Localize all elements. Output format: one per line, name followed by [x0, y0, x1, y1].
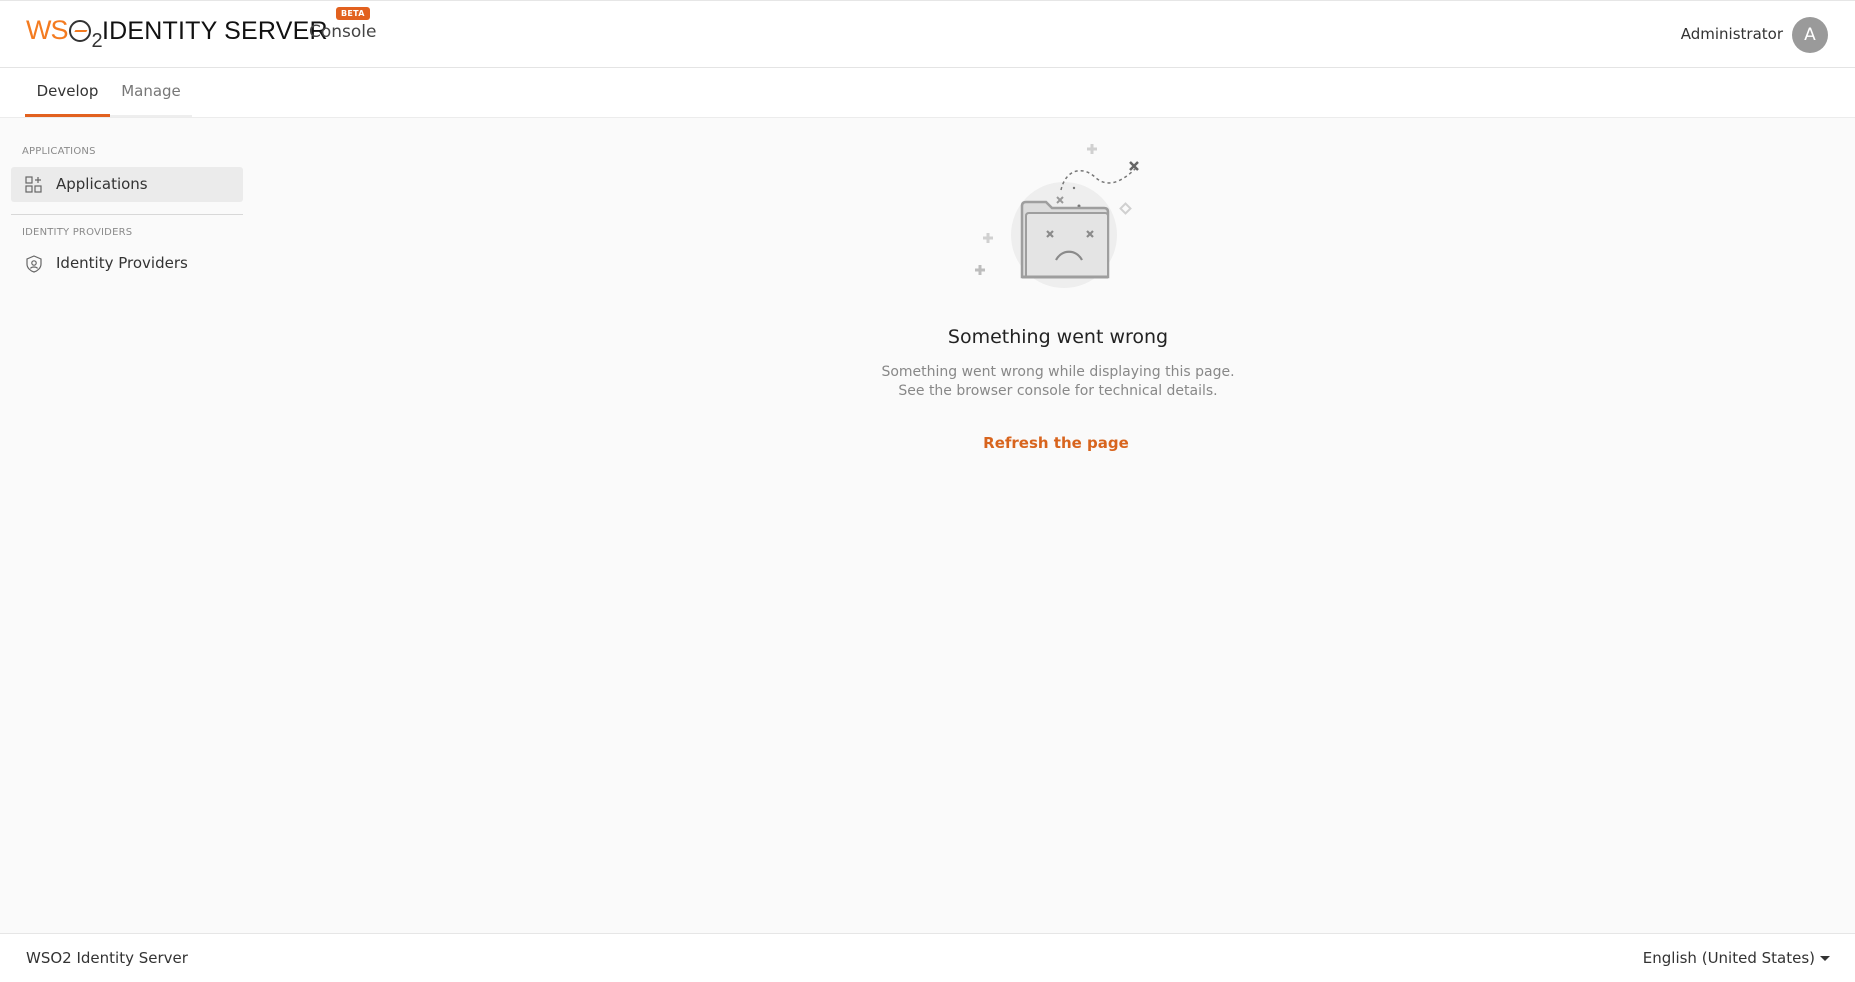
tab-develop[interactable]: Develop — [25, 68, 110, 117]
sidebar: APPLICATIONS Applications IDENTITY PROVI… — [0, 119, 250, 933]
footer: WSO2 Identity Server English (United Sta… — [0, 933, 1855, 982]
main-tabs: Develop Manage — [0, 68, 1855, 118]
console-label: Console — [309, 22, 377, 42]
product-name: IDENTITY SERVER — [102, 17, 328, 45]
user-name[interactable]: Administrator — [1681, 25, 1783, 43]
error-title: Something went wrong — [947, 326, 1169, 348]
beta-badge: BETA — [336, 7, 370, 20]
error-description-line: Something went wrong while displaying th… — [881, 364, 1235, 380]
sidebar-section-applications: APPLICATIONS — [22, 146, 96, 157]
logo-sub-text: 2 — [91, 30, 103, 52]
sidebar-divider — [11, 214, 243, 215]
error-description: Something went wrong while displaying th… — [808, 363, 1308, 401]
language-select[interactable]: English (United States) — [1643, 949, 1815, 967]
chevron-down-icon[interactable] — [1820, 956, 1830, 961]
applications-icon — [25, 176, 43, 194]
error-description-line: See the browser console for technical de… — [898, 383, 1218, 399]
avatar[interactable]: A — [1792, 17, 1828, 53]
sidebar-item-identity-providers[interactable]: Identity Providers — [11, 246, 243, 281]
logo-o-icon — [68, 20, 91, 42]
sidebar-item-label: Identity Providers — [56, 254, 188, 272]
wso2-logo: WS 2 — [26, 15, 103, 52]
footer-brand: WSO2 Identity Server — [26, 949, 188, 967]
sidebar-section-identity-providers: IDENTITY PROVIDERS — [22, 227, 133, 238]
identity-providers-icon — [25, 255, 43, 273]
sidebar-item-label: Applications — [56, 175, 148, 193]
sidebar-item-applications[interactable]: Applications — [11, 167, 243, 202]
refresh-page-link[interactable]: Refresh the page — [956, 434, 1156, 452]
broken-folder-icon — [966, 140, 1152, 304]
tab-manage[interactable]: Manage — [110, 68, 192, 117]
top-header: WS 2 IDENTITY SERVER Console BETA Adminis… — [0, 0, 1855, 68]
logo-wso-text: WS — [26, 15, 68, 45]
